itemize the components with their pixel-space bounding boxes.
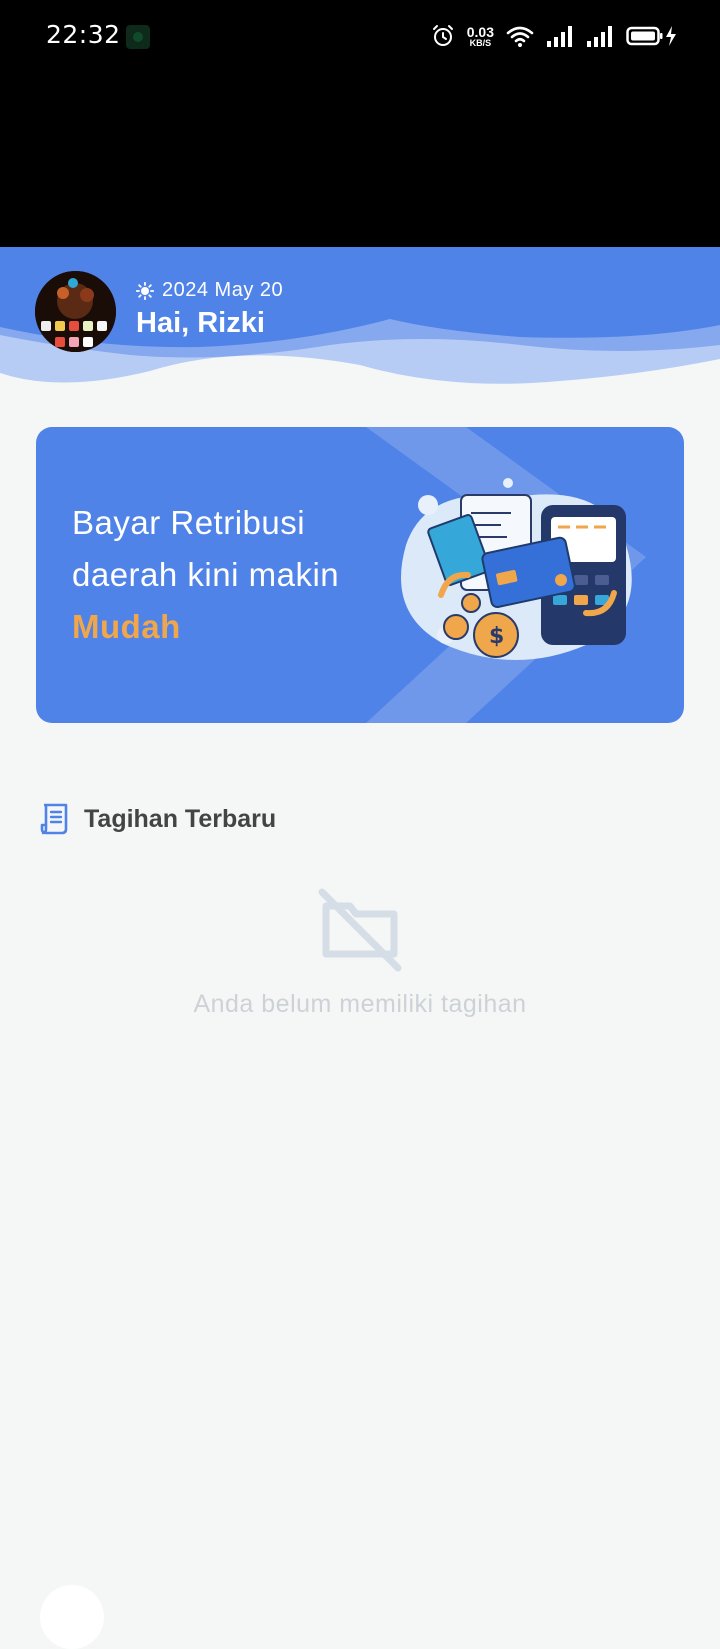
battery-charging-icon — [626, 26, 676, 46]
empty-state-message: Anda belum memiliki tagihan — [193, 990, 527, 1018]
net-speed-unit: KB/S — [469, 37, 492, 48]
empty-folder-icon — [318, 888, 402, 972]
status-icons: 0.03 KB/S — [431, 22, 678, 50]
wifi-icon — [506, 26, 534, 47]
avatar[interactable] — [35, 271, 116, 352]
header-date: 2024 May 20 — [162, 279, 284, 301]
svg-text:$: $ — [489, 624, 504, 649]
banner-line-1: Bayar Retribusi — [72, 504, 306, 541]
signal-icon — [547, 26, 572, 47]
payment-illustration: $ — [401, 478, 632, 660]
greeting: Hai, Rizki — [136, 307, 265, 339]
avatar-image — [35, 271, 116, 352]
bottom-nav-bubble[interactable] — [40, 1585, 104, 1649]
signal-icon — [587, 26, 612, 47]
date-row: 2024 May 20 — [136, 279, 283, 302]
banner-text: Bayar Retribusi daerah kini makin Mudah — [72, 497, 339, 653]
banner-line-2: daerah kini makin — [72, 556, 340, 593]
promo-banner[interactable]: Bayar Retribusi daerah kini makin Mudah … — [36, 427, 684, 723]
banner-highlight: Mudah — [72, 608, 181, 645]
sun-icon — [136, 281, 154, 300]
alarm-icon — [432, 25, 453, 46]
net-speed: 0.03 KB/S — [467, 25, 494, 48]
net-speed-value: 0.03 — [466, 23, 494, 40]
app-notification-icon — [126, 25, 150, 49]
header: 2024 May 20 Hai, Rizki — [0, 247, 720, 407]
empty-state: Anda belum memiliki tagihan — [0, 888, 720, 1019]
status-time: 22:32 — [46, 20, 121, 49]
latest-bills-header: Tagihan Terbaru — [40, 803, 276, 835]
section-title: Tagihan Terbaru — [84, 804, 277, 833]
status-bar: 22:32 0.03 KB/S — [0, 0, 720, 247]
receipt-icon — [40, 803, 68, 835]
